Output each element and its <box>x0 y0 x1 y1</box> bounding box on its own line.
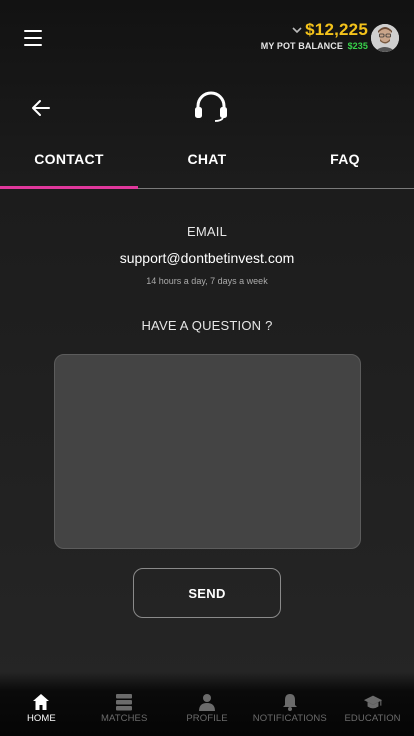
send-button[interactable]: SEND <box>133 568 281 618</box>
back-arrow-icon[interactable] <box>30 98 52 118</box>
balance-block[interactable]: $12,225 MY POT BALANCE $235 <box>261 20 368 51</box>
nav-matches[interactable]: MATCHES <box>83 672 166 736</box>
email-label: EMAIL <box>186 224 227 239</box>
nav-home-label: HOME <box>26 713 56 724</box>
headset-icon <box>195 91 227 122</box>
nav-education-label: EDUCATION <box>344 713 401 724</box>
balance-amount: $12,225 <box>305 20 368 39</box>
tab-chat-label: CHAT <box>187 151 227 167</box>
question-label: HAVE A QUESTION ? <box>141 318 273 333</box>
tab-chat[interactable]: CHAT <box>138 140 276 188</box>
tab-contact-label: CONTACT <box>34 151 104 167</box>
question-textarea[interactable] <box>54 354 361 549</box>
bottom-nav: HOME MATCHES PROFILE NOTIFICATIONS EDUCA… <box>0 672 414 736</box>
pot-balance: MY POT BALANCE $235 <box>261 41 368 51</box>
home-icon <box>33 694 50 710</box>
nav-notifications[interactable]: NOTIFICATIONS <box>248 672 331 736</box>
matches-icon <box>116 694 133 711</box>
nav-profile[interactable]: PROFILE <box>166 672 249 736</box>
support-email[interactable]: support@dontbetinvest.com <box>0 250 414 266</box>
nav-matches-label: MATCHES <box>100 713 148 724</box>
app: $12,225 MY POT BALANCE $235 CONTACT CHAT… <box>0 0 414 736</box>
nav-notifications-label: NOTIFICATIONS <box>252 713 327 724</box>
nav-profile-label: PROFILE <box>186 713 228 724</box>
chevron-down-icon[interactable] <box>292 25 302 35</box>
tab-contact[interactable]: CONTACT <box>0 140 138 189</box>
pot-balance-label: MY POT BALANCE <box>260 41 343 51</box>
tab-faq-label: FAQ <box>330 151 360 167</box>
bell-icon <box>282 694 297 711</box>
avatar[interactable] <box>371 24 399 52</box>
top-bar: $12,225 MY POT BALANCE $235 <box>0 0 414 78</box>
profile-icon <box>198 694 215 711</box>
pot-balance-value: $235 <box>347 41 368 51</box>
nav-home[interactable]: HOME <box>0 672 83 736</box>
tab-bar: CONTACT CHAT FAQ <box>0 140 414 189</box>
nav-education[interactable]: EDUCATION <box>331 672 414 736</box>
balance-row: $12,225 <box>261 20 368 40</box>
support-hours: 14 hours a day, 7 days a week <box>146 276 268 286</box>
menu-icon[interactable] <box>24 30 42 46</box>
tab-faq[interactable]: FAQ <box>276 140 414 188</box>
avatar-image <box>371 24 399 52</box>
graduation-cap-icon <box>363 695 382 709</box>
